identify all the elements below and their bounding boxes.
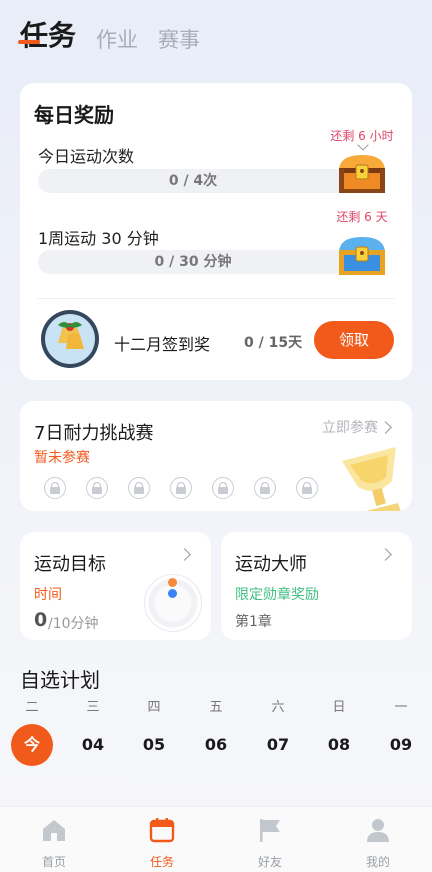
goal-value: 0 <box>34 609 48 631</box>
master-title: 运动大师 <box>235 554 307 575</box>
claim-button[interactable]: 领取 <box>314 321 394 359</box>
date-today[interactable]: 今 <box>11 724 53 766</box>
progress-bar-weekly-minutes: 0 / 30 分钟 <box>38 250 348 274</box>
goal-unit: /10分钟 <box>48 616 99 632</box>
flag-icon <box>260 819 280 842</box>
calendar-icon <box>149 818 175 843</box>
chevron-right-icon[interactable] <box>379 548 392 561</box>
lock-icon <box>296 477 318 499</box>
lock-icon <box>44 477 66 499</box>
nav-tasks-label: 任务 <box>149 855 174 869</box>
lock-icon <box>254 477 276 499</box>
daily-reward-title: 每日奖励 <box>34 103 114 127</box>
weekday-label: 六 <box>271 700 285 715</box>
user-icon <box>367 819 389 842</box>
progress-bar-daily-count: 0 / 4次 <box>38 169 348 193</box>
weekday-label: 日 <box>332 700 346 715</box>
join-challenge-link[interactable]: 立即参赛 <box>322 417 378 437</box>
weekday-label: 二 <box>25 700 39 715</box>
exercise-master-card[interactable]: 运动大师 限定勋章奖励 第1章 <box>221 532 412 640</box>
divider <box>38 298 394 299</box>
tab-tasks[interactable]: 任务 <box>20 14 76 54</box>
date-item[interactable]: 05 <box>132 725 176 765</box>
lock-icon <box>212 477 234 499</box>
trophy-icon <box>342 447 401 511</box>
active-tab-indicator <box>18 40 40 44</box>
progress-text: 0 / 30 分钟 <box>154 254 232 270</box>
locked-days-row <box>44 477 338 499</box>
date-item[interactable]: 07 <box>256 725 300 765</box>
challenge-title: 7日耐力挑战赛 <box>34 423 154 444</box>
weekday-label: 四 <box>147 700 161 715</box>
tab-homework[interactable]: 作业 <box>96 24 138 54</box>
signin-reward-count: 0 / 15天 <box>244 335 303 351</box>
lock-icon <box>86 477 108 499</box>
plans-title: 自选计划 <box>20 668 100 692</box>
home-icon <box>43 820 65 841</box>
date-item[interactable]: 09 <box>379 725 423 765</box>
top-tabs: 任务 作业 赛事 <box>20 14 220 54</box>
weekday-label: 一 <box>394 700 408 715</box>
master-chapter: 第1章 <box>235 614 272 630</box>
weekday-label: 三 <box>86 700 100 715</box>
blue-chest-icon[interactable] <box>336 233 388 277</box>
daily-reward-card: 每日奖励 今日运动次数 0 / 4次 还剩 6 小时 1周运动 30 分钟 0 … <box>20 83 412 380</box>
task-label-daily-count: 今日运动次数 <box>38 147 135 166</box>
tab-events[interactable]: 赛事 <box>158 24 200 54</box>
goal-progress-ring <box>144 574 202 632</box>
challenge-card[interactable]: 7日耐力挑战赛 暂未参赛 立即参赛 <box>20 401 412 511</box>
chevron-right-icon[interactable] <box>379 421 392 434</box>
christmas-bell-badge-icon <box>41 310 99 368</box>
goal-title: 运动目标 <box>34 554 106 575</box>
lock-icon <box>128 477 150 499</box>
goal-subtitle: 时间 <box>34 587 62 603</box>
task-label-weekly-minutes: 1周运动 30 分钟 <box>38 229 159 248</box>
nav-friends-label: 好友 <box>257 855 282 869</box>
nav-friends[interactable]: 好友 <box>230 817 310 870</box>
nav-tasks[interactable]: 任务 <box>122 817 202 870</box>
chevron-right-icon[interactable] <box>178 548 191 561</box>
bottom-navigation: 首页 任务 好友 我的 <box>0 806 432 872</box>
remaining-time-label: 还剩 6 天 <box>336 210 388 224</box>
date-item[interactable]: 04 <box>71 725 115 765</box>
nav-profile[interactable]: 我的 <box>338 817 418 870</box>
progress-text: 0 / 4次 <box>168 173 218 189</box>
orange-chest-icon[interactable] <box>336 151 388 195</box>
ring-dot-blue <box>168 589 177 598</box>
date-item[interactable]: 06 <box>194 725 238 765</box>
nav-home[interactable]: 首页 <box>14 817 94 870</box>
ring-dot-orange <box>168 578 177 587</box>
master-subtitle: 限定勋章奖励 <box>235 587 319 603</box>
nav-home-label: 首页 <box>41 855 66 869</box>
exercise-goal-card[interactable]: 运动目标 时间 0 /10分钟 <box>20 532 211 640</box>
challenge-status: 暂未参赛 <box>34 450 90 466</box>
nav-profile-label: 我的 <box>365 855 390 869</box>
signin-reward-label: 十二月签到奖 <box>114 335 211 354</box>
weekday-label: 五 <box>209 700 223 715</box>
lock-icon <box>170 477 192 499</box>
date-item[interactable]: 08 <box>317 725 361 765</box>
